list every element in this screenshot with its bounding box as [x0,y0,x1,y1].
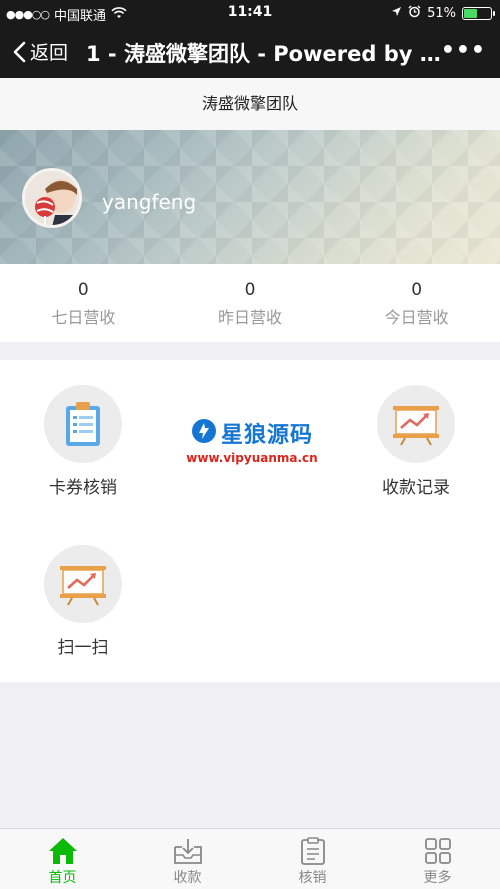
avatar[interactable] [22,168,82,228]
presentation-chart-icon [377,385,455,463]
nav-bar: 返回 1 - 涛盛微擎团队 - Powered by W... ••• [0,26,500,78]
alarm-icon [408,5,421,22]
tab-payment[interactable]: 收款 [125,829,250,889]
nav-title: 1 - 涛盛微擎团队 - Powered by W... [86,42,446,66]
tab-label: 核销 [298,870,327,886]
stat-label: 昨日营收 [218,308,283,327]
back-button[interactable]: 返回 [12,38,68,65]
function-grid: 卡券核销 收款记录 扫一扫 [0,360,500,682]
username: yangfeng [102,190,197,214]
grid-item-label: 扫一扫 [57,638,109,658]
watermark-url: www.vipyuanma.cn [186,451,318,465]
battery-icon [462,7,495,20]
clipboard-icon [44,385,122,463]
grid-icon [375,836,500,866]
tab-verify[interactable]: 核销 [250,829,375,889]
location-arrow-icon [391,6,402,21]
battery-percent: 51% [427,6,456,21]
tab-more[interactable]: 更多 [375,829,500,889]
tab-label: 收款 [173,870,202,886]
status-bar: ●●●○○ 中国联通 11:41 51% [0,0,500,26]
grid-item-label: 收款记录 [382,478,450,498]
home-icon [0,836,125,866]
watermark-logo-icon [191,418,217,448]
stat-value: 0 [244,280,256,300]
presentation-chart-icon [44,545,122,623]
revenue-stats: 0 七日营收 0 昨日营收 0 今日营收 [0,264,500,342]
tab-home[interactable]: 首页 [0,829,125,889]
tab-label: 首页 [48,870,77,886]
tab-label: 更多 [423,870,452,886]
watermark-row: 星狼源码 [182,417,322,449]
stat-today: 0 今日营收 [333,264,500,342]
stat-yesterday: 0 昨日营收 [167,264,334,342]
grid-item-payment-records[interactable]: 收款记录 [333,360,499,520]
stat-label: 七日营收 [51,308,116,327]
clipboard-icon [250,836,375,866]
grid-item-label: 卡券核销 [49,478,117,498]
back-label: 返回 [30,42,69,64]
stat-value: 0 [411,280,423,300]
watermark: 星狼源码 www.vipyuanma.cn [182,417,322,469]
page-title: 涛盛微擎团队 [0,78,500,130]
battery-fill [464,9,478,18]
watermark-title: 星狼源码 [220,423,313,448]
profile-banner: yangfeng [0,130,500,264]
tab-bar: 首页 收款 核销 更多 [0,828,500,889]
grid-item-coupon-verify[interactable]: 卡券核销 [0,360,166,520]
more-menu-button[interactable]: ••• [441,38,486,63]
inbox-download-icon [125,836,250,866]
grid-item-scan[interactable]: 扫一扫 [0,520,166,680]
stat-seven-day: 0 七日营收 [0,264,167,342]
chevron-left-icon [13,41,26,62]
status-right: 51% [391,5,495,22]
stat-label: 今日营收 [384,308,449,327]
stat-value: 0 [77,280,89,300]
